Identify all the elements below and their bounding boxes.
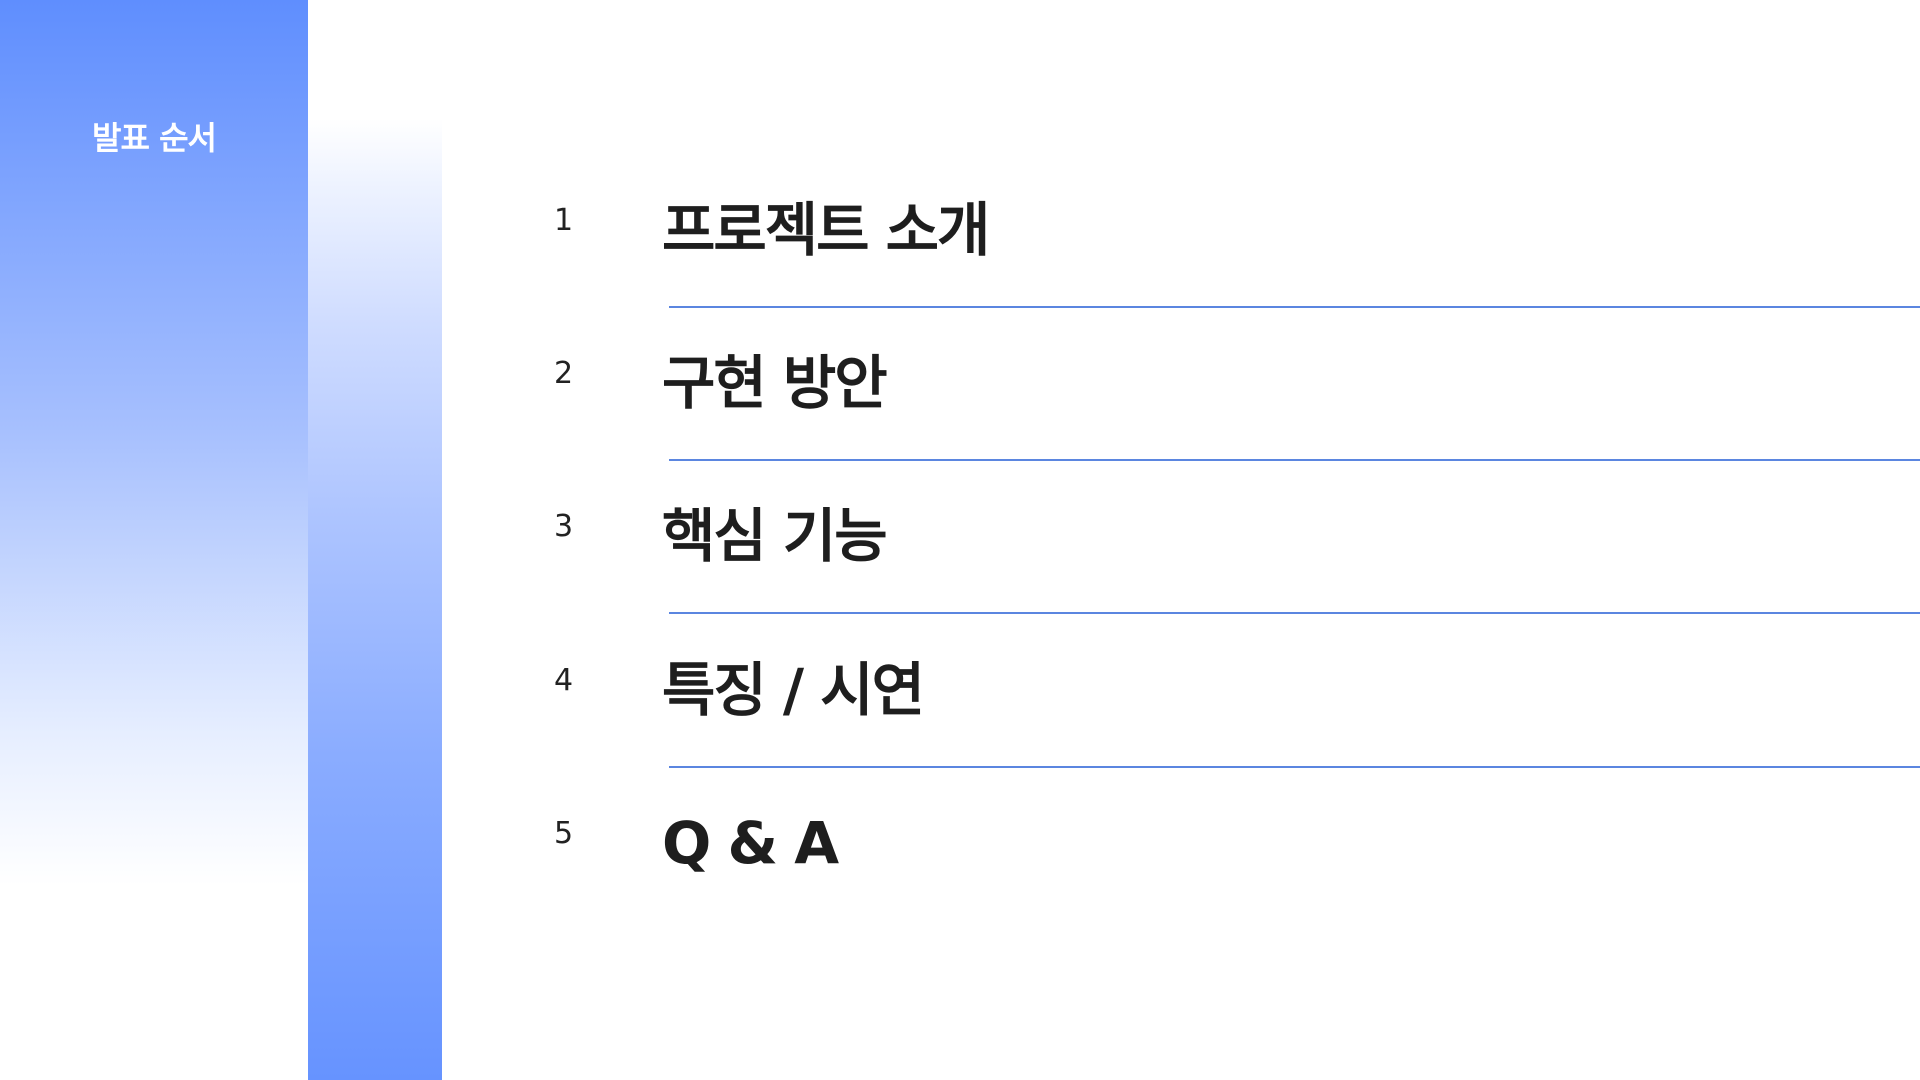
agenda-divider <box>669 306 1920 308</box>
agenda-divider <box>669 612 1920 614</box>
agenda-item-title: 구현 방안 <box>662 349 888 417</box>
agenda-divider <box>669 766 1920 768</box>
agenda-list: 1 프로젝트 소개 2 구현 방안 3 핵심 기능 4 특징 / 시연 5 Q … <box>442 0 1920 1080</box>
sidebar-title: 발표 순서 <box>92 119 217 157</box>
agenda-divider <box>669 459 1920 461</box>
agenda-item-title: 프로젝트 소개 <box>662 196 990 264</box>
agenda-item-4: 4 특징 / 시연 <box>442 656 1920 816</box>
agenda-item-3: 3 핵심 기능 <box>442 502 1920 662</box>
agenda-item-number: 1 <box>554 203 574 238</box>
decorative-gradient-stripe <box>308 0 442 1080</box>
agenda-item-5: 5 Q & A <box>442 809 1920 969</box>
agenda-item-title: 핵심 기능 <box>662 502 888 570</box>
agenda-item-number: 2 <box>554 356 574 391</box>
agenda-item-title: 특징 / 시연 <box>662 656 925 724</box>
agenda-item-number: 3 <box>554 509 574 544</box>
agenda-item-2: 2 구현 방안 <box>442 349 1920 509</box>
agenda-item-number: 5 <box>554 816 574 851</box>
agenda-item-number: 4 <box>554 663 574 698</box>
sidebar-panel: 발표 순서 <box>0 0 308 1080</box>
agenda-item-1: 1 프로젝트 소개 <box>442 196 1920 356</box>
agenda-item-title: Q & A <box>662 809 839 877</box>
